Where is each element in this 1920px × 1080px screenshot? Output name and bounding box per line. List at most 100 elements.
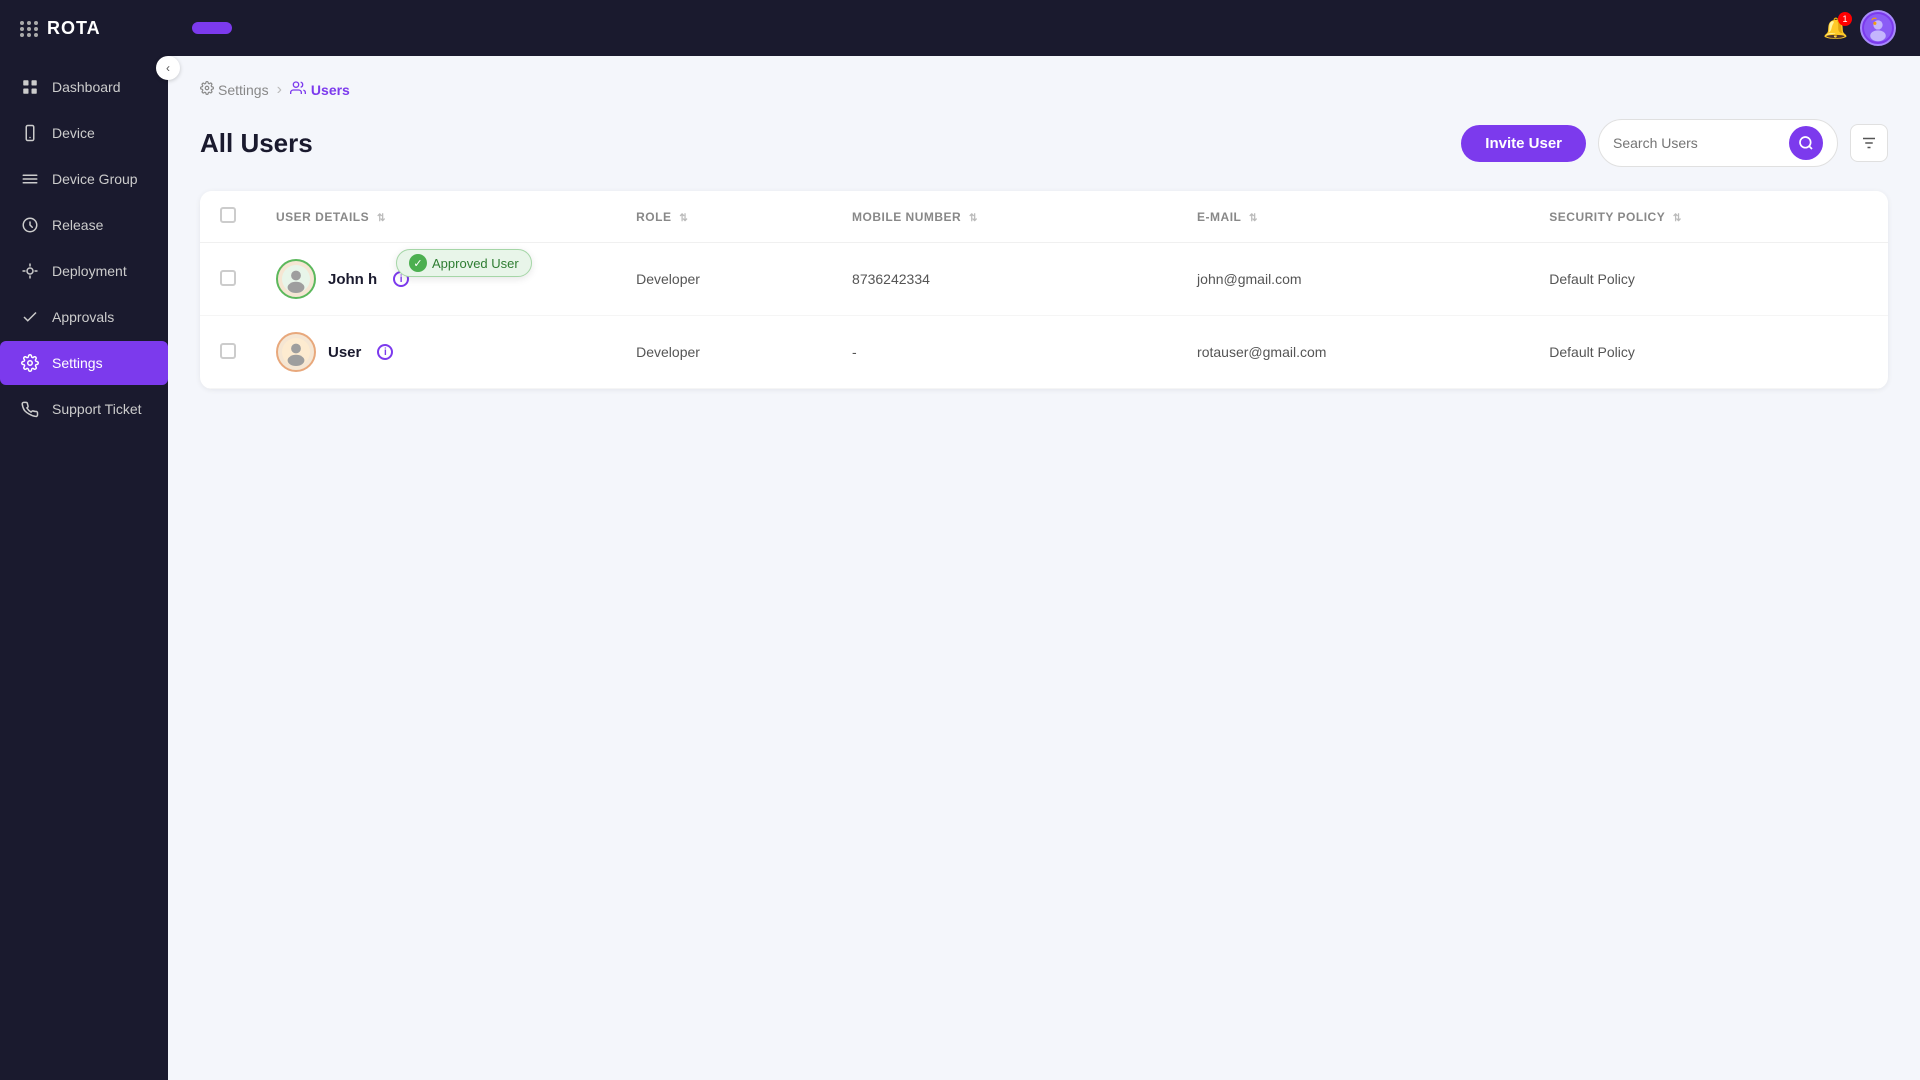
- header-security-policy: SECURITY POLICY ⇅: [1529, 191, 1888, 243]
- topbar-tabs: [192, 22, 272, 34]
- sort-icon-role[interactable]: ⇅: [679, 213, 688, 224]
- approved-badge-label: Approved User: [432, 256, 519, 271]
- sort-icon-mobile[interactable]: ⇅: [969, 213, 978, 224]
- sidebar-item-label: Release: [52, 217, 103, 233]
- device-group-icon: [20, 169, 40, 189]
- settings-icon: [20, 353, 40, 373]
- row1-mobile: 8736242334: [832, 243, 1177, 316]
- topbar: 🔔 1: [168, 0, 1920, 56]
- sort-icon-email[interactable]: ⇅: [1249, 213, 1258, 224]
- row1-email: john@gmail.com: [1177, 243, 1529, 316]
- search-button[interactable]: [1789, 126, 1823, 160]
- row2-role: Developer: [616, 316, 832, 389]
- app-name: ROTA: [47, 18, 101, 39]
- search-input[interactable]: [1613, 135, 1781, 151]
- table-row[interactable]: User i Developer - rotauser@gmail.com: [200, 316, 1888, 389]
- invite-user-button[interactable]: Invite User: [1461, 125, 1586, 162]
- topbar-tab-2[interactable]: [232, 22, 272, 34]
- row1-role: Developer: [616, 243, 832, 316]
- row2-policy: Default Policy: [1529, 316, 1888, 389]
- row1-user-details-cell: John h i ✓ Approved User: [276, 259, 596, 299]
- row2-user-name: User: [328, 344, 361, 361]
- topbar-tab-active[interactable]: [192, 22, 232, 34]
- deployment-icon: [20, 261, 40, 281]
- row2-email-text: rotauser@gmail.com: [1197, 344, 1326, 360]
- header-mobile-number: MOBILE NUMBER ⇅: [832, 191, 1177, 243]
- sidebar-item-label: Approvals: [52, 309, 114, 325]
- grid-icon: [20, 21, 39, 37]
- row1-checkbox-cell: [200, 243, 256, 316]
- page-title: All Users: [200, 128, 313, 159]
- row1-user-details: John h i ✓ Approved User: [256, 243, 616, 316]
- breadcrumb-settings-label: Settings: [218, 82, 269, 98]
- settings-gear-icon: [200, 81, 214, 98]
- row2-avatar: [276, 332, 316, 372]
- row1-mobile-text: 8736242334: [852, 271, 930, 287]
- sidebar-item-label: Settings: [52, 355, 103, 371]
- page-header: All Users Invite User: [200, 119, 1888, 167]
- table-row[interactable]: John h i ✓ Approved User Developer: [200, 243, 1888, 316]
- header-role: ROLE ⇅: [616, 191, 832, 243]
- sidebar-collapse-button[interactable]: ‹: [156, 56, 180, 80]
- app-logo: ROTA: [0, 0, 168, 57]
- sidebar-item-label: Support Ticket: [52, 401, 142, 417]
- dashboard-icon: [20, 77, 40, 97]
- approved-user-badge: ✓ Approved User: [396, 249, 532, 277]
- breadcrumb-current-label: Users: [311, 82, 350, 98]
- row2-email: rotauser@gmail.com: [1177, 316, 1529, 389]
- search-box: [1598, 119, 1838, 167]
- sidebar-item-approvals[interactable]: Approvals: [0, 295, 168, 339]
- sidebar-item-device-group[interactable]: Device Group: [0, 157, 168, 201]
- sidebar-item-label: Device: [52, 125, 95, 141]
- breadcrumb-current: Users: [290, 80, 350, 99]
- header-checkbox[interactable]: [220, 207, 236, 223]
- notification-bell[interactable]: 🔔 1: [1823, 16, 1848, 41]
- breadcrumb-settings-link[interactable]: Settings: [200, 81, 269, 98]
- approvals-icon: [20, 307, 40, 327]
- row2-checkbox[interactable]: [220, 343, 236, 359]
- row2-role-text: Developer: [636, 344, 700, 360]
- row1-user-name: John h: [328, 271, 377, 288]
- main-area: 🔔 1 Settings ›: [168, 0, 1920, 1080]
- row2-info-icon[interactable]: i: [377, 344, 393, 360]
- sidebar-item-device[interactable]: Device: [0, 111, 168, 155]
- header-checkbox-cell: [200, 191, 256, 243]
- users-table: USER DETAILS ⇅ ROLE ⇅ MOBILE NUMBER ⇅: [200, 191, 1888, 389]
- filter-button[interactable]: [1850, 124, 1888, 162]
- sort-icon-user-details[interactable]: ⇅: [377, 213, 386, 224]
- sort-icon-policy[interactable]: ⇅: [1673, 213, 1682, 224]
- row1-role-text: Developer: [636, 271, 700, 287]
- header-user-details: USER DETAILS ⇅: [256, 191, 616, 243]
- row2-checkbox-cell: [200, 316, 256, 389]
- device-icon: [20, 123, 40, 143]
- breadcrumb: Settings › Users: [200, 80, 1888, 99]
- approved-check-icon: ✓: [409, 254, 427, 272]
- sidebar-item-label: Deployment: [52, 263, 127, 279]
- sidebar-item-settings[interactable]: Settings: [0, 341, 168, 385]
- breadcrumb-separator: ›: [277, 81, 282, 99]
- sidebar-item-release[interactable]: Release: [0, 203, 168, 247]
- row1-avatar: [276, 259, 316, 299]
- sidebar-nav: Dashboard Device Device Group Release De…: [0, 57, 168, 439]
- row1-checkbox[interactable]: [220, 270, 236, 286]
- user-avatar-topbar[interactable]: [1860, 10, 1896, 46]
- row2-user-details: User i: [256, 316, 616, 389]
- sidebar-item-deployment[interactable]: Deployment: [0, 249, 168, 293]
- table-header-row: USER DETAILS ⇅ ROLE ⇅ MOBILE NUMBER ⇅: [200, 191, 1888, 243]
- users-table-container: USER DETAILS ⇅ ROLE ⇅ MOBILE NUMBER ⇅: [200, 191, 1888, 389]
- row2-mobile-text: -: [852, 344, 857, 360]
- header-actions: Invite User: [1461, 119, 1888, 167]
- users-icon-breadcrumb: [290, 80, 306, 99]
- row2-user-details-cell: User i: [276, 332, 596, 372]
- sidebar-item-label: Device Group: [52, 171, 138, 187]
- content-area: Settings › Users All Users Invite User: [168, 56, 1920, 1080]
- sidebar-item-dashboard[interactable]: Dashboard: [0, 65, 168, 109]
- release-icon: [20, 215, 40, 235]
- header-email: E-MAIL ⇅: [1177, 191, 1529, 243]
- sidebar-item-support-ticket[interactable]: Support Ticket: [0, 387, 168, 431]
- row1-policy: Default Policy: [1529, 243, 1888, 316]
- row1-email-text: john@gmail.com: [1197, 271, 1301, 287]
- row1-policy-text: Default Policy: [1549, 271, 1635, 287]
- row2-policy-text: Default Policy: [1549, 344, 1635, 360]
- notification-badge: 1: [1838, 12, 1852, 26]
